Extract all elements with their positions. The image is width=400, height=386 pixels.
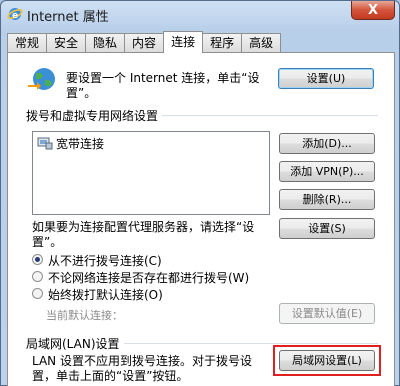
window-title: Internet 属性 (27, 10, 109, 25)
dial-option-label: 始终拨打默认连接(O) (48, 288, 163, 302)
radio-always-default[interactable] (32, 288, 43, 299)
lan-group-label: 局域网(LAN)设置 (26, 335, 124, 352)
svg-text:e: e (12, 11, 18, 21)
lan-settings-button[interactable]: 局域网设置(L) (279, 350, 375, 371)
close-button[interactable]: X (351, 1, 395, 20)
radio-never[interactable] (32, 254, 43, 265)
tab-programs[interactable]: 程序 (202, 33, 243, 53)
dialup-group-label: 拨号和虚拟专用网络设置 (26, 107, 163, 124)
lan-text-line2: 置，单击上面的“设置”按钮。 (32, 369, 189, 383)
tab-security[interactable]: 安全 (46, 33, 87, 53)
add-vpn-button[interactable]: 添加 VPN(P)... (279, 161, 375, 182)
tab-connections[interactable]: 连接 (163, 31, 204, 53)
dialup-connection-icon (37, 136, 53, 150)
radio-dial-whenever[interactable] (32, 271, 43, 282)
connections-panel: 要设置一个 Internet 连接，单击“设 置”。 设置(U) 拨号和虚拟专用… (7, 52, 395, 386)
dial-option-label: 从不进行拨号连接(C) (48, 254, 162, 268)
setup-button[interactable]: 设置(U) (278, 68, 374, 89)
remove-button[interactable]: 删除(R)... (279, 189, 375, 210)
add-button[interactable]: 添加(D)... (279, 133, 375, 154)
set-default-button[interactable]: 设置默认值(E) (279, 303, 375, 324)
proxy-text-line2: 置”。 (32, 235, 63, 249)
dial-option-label: 不论网络连接是否存在都进行拨号(W) (48, 271, 250, 285)
tab-advanced[interactable]: 高级 (241, 33, 282, 53)
close-icon: X (367, 2, 379, 18)
internet-explorer-icon: e (7, 6, 23, 22)
proxy-text-line1: 如果要为连接配置代理服务器，请选择“设 (32, 220, 255, 234)
connections-list[interactable]: 宽带连接 (32, 131, 270, 215)
tab-content[interactable]: 内容 (124, 33, 165, 53)
title-bar[interactable]: e Internet 属性 X (1, 1, 399, 29)
list-item[interactable]: 宽带连接 (37, 135, 104, 151)
internet-properties-window: e Internet 属性 X 常规 安全 隐私 内容 连接 程序 高级 要设置… (0, 0, 400, 386)
network-globe-icon (26, 65, 58, 93)
proxy-settings-button[interactable]: 设置(S) (279, 218, 375, 239)
tab-general[interactable]: 常规 (7, 33, 48, 53)
setup-text-line2: 置”。 (66, 86, 97, 100)
connection-name: 宽带连接 (56, 136, 105, 151)
tab-strip: 常规 安全 隐私 内容 连接 程序 高级 (7, 31, 282, 53)
current-default-label: 当前默认连接： (46, 309, 123, 322)
tab-privacy[interactable]: 隐私 (85, 33, 126, 53)
